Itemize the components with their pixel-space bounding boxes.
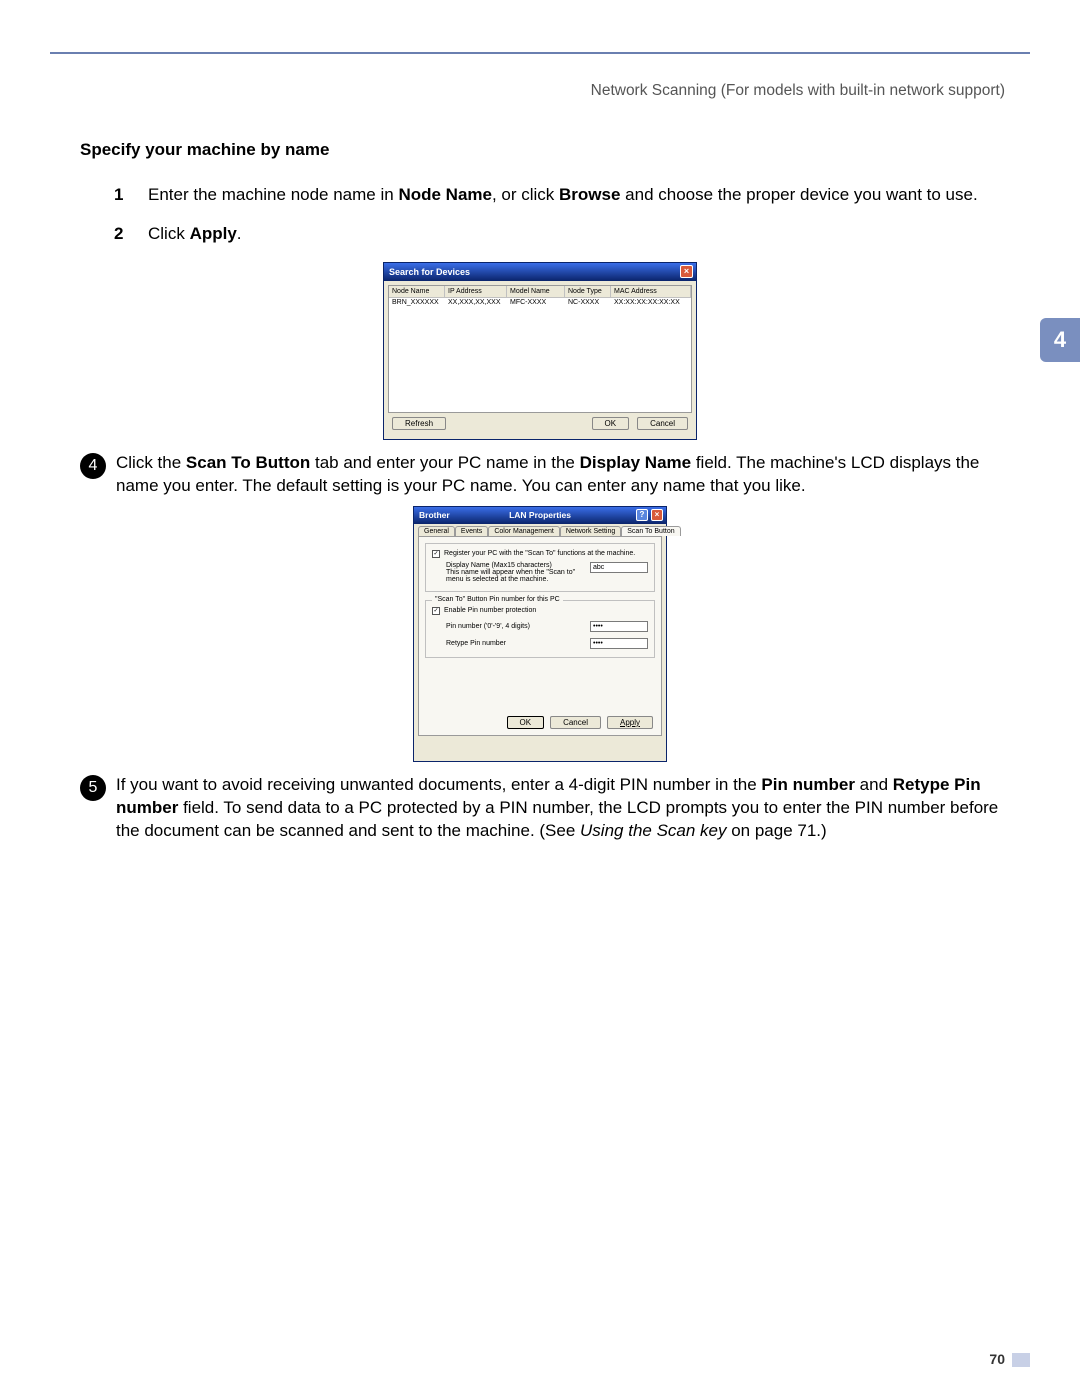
ok-button[interactable]: OK [592,417,630,430]
tab-scan-to-button[interactable]: Scan To Button [621,526,680,536]
retype-pin-input[interactable] [590,638,648,649]
text: field. To send data to a PC protected by… [116,798,998,840]
table-row[interactable]: BRN_XXXXXX XX,XXX,XX,XXX MFC-XXXX NC-XXX… [389,298,691,307]
cell: XX:XX:XX:XX:XX:XX [611,298,691,307]
checkbox-label: Register your PC with the "Scan To" func… [444,550,635,557]
dialog-title-left: Brother [419,510,450,520]
text: Enter the machine node name in [148,185,398,204]
checkbox-label: Enable Pin number protection [444,607,536,614]
tab-events[interactable]: Events [455,526,488,536]
running-header: Network Scanning (For models with built-… [591,82,1005,100]
pin-number-row: Pin number ('0'-'9', 4 digits) [446,621,648,632]
cell: BRN_XXXXXX [389,298,445,307]
list-item: 2 Click Apply. [114,223,1000,246]
retype-pin-label: Retype Pin number [446,640,506,647]
cancel-button[interactable]: Cancel [550,716,601,729]
page-number: 70 [989,1351,1005,1367]
refresh-button[interactable]: Refresh [392,417,446,430]
chapter-side-tab: 4 [1040,318,1080,362]
list-text: Click Apply. [148,223,1000,246]
tab-network-setting[interactable]: Network Setting [560,526,621,536]
register-pc-checkbox[interactable]: ✓ Register your PC with the "Scan To" fu… [432,550,648,558]
list-number: 1 [114,184,148,207]
dialog-title: Search for Devices [389,267,470,277]
text: on page 71.) [727,821,827,840]
text: and [855,775,893,794]
cell: MFC-XXXX [507,298,565,307]
col-header[interactable]: MAC Address [611,286,691,298]
col-header[interactable]: Node Type [565,286,611,298]
cell: XX,XXX,XX,XXX [445,298,507,307]
emphasis-bold: Apply [190,224,237,243]
search-for-devices-dialog: Search for Devices × Node Name IP Addres… [383,262,697,440]
step-5: 5 If you want to avoid receiving unwante… [80,774,1000,843]
emphasis-bold: Pin number [761,775,855,794]
help-icon[interactable]: ? [636,509,648,521]
close-icon[interactable]: × [651,509,663,521]
list-number: 2 [114,223,148,246]
tab-color-management[interactable]: Color Management [488,526,560,536]
table-header-row: Node Name IP Address Model Name Node Typ… [389,286,691,298]
dialog-button-row: OK Cancel Apply [507,716,653,729]
checkbox-icon: ✓ [432,607,440,615]
emphasis-italic: Using the Scan key [580,821,726,840]
text: Click the [116,453,186,472]
numbered-list: 1 Enter the machine node name in Node Na… [114,184,1000,246]
emphasis-bold: Browse [559,185,620,204]
step-4: 4 Click the Scan To Button tab and enter… [80,452,1000,498]
pin-number-label: Pin number ('0'-'9', 4 digits) [446,623,530,630]
emphasis-bold: Display Name [580,453,692,472]
header-rule [50,52,1030,54]
pin-number-input[interactable] [590,621,648,632]
page-number-bar [1012,1353,1030,1367]
display-name-input[interactable] [590,562,648,573]
dialog-titlebar: Search for Devices × [384,263,696,281]
step-bullet-icon: 4 [80,453,106,479]
text: If you want to avoid receiving unwanted … [116,775,761,794]
dialog-titlebar: Brother LAN Properties ? × [414,507,666,524]
dialog-title-center: LAN Properties [414,510,666,520]
section-title: Specify your machine by name [80,140,1000,160]
device-list[interactable]: Node Name IP Address Model Name Node Typ… [388,285,692,413]
enable-pin-checkbox[interactable]: ✓ Enable Pin number protection [432,607,648,615]
tab-panel: ✓ Register your PC with the "Scan To" fu… [418,536,662,736]
retype-pin-row: Retype Pin number [446,638,648,649]
text: . [237,224,242,243]
page-content: Specify your machine by name 1 Enter the… [80,140,1000,843]
list-text: Enter the machine node name in Node Name… [148,184,1000,207]
text: Click [148,224,190,243]
col-header[interactable]: IP Address [445,286,507,298]
dialog-button-row: Refresh OK Cancel [384,417,696,436]
tab-strip: General Events Color Management Network … [414,524,666,536]
emphasis-bold: Node Name [398,185,492,204]
close-icon[interactable]: × [680,265,693,278]
step-text: If you want to avoid receiving unwanted … [116,774,1000,843]
tab-general[interactable]: General [418,526,455,536]
lan-properties-dialog: Brother LAN Properties ? × General Event… [413,506,667,762]
register-pc-group: ✓ Register your PC with the "Scan To" fu… [425,543,655,592]
col-header[interactable]: Node Name [389,286,445,298]
cancel-button[interactable]: Cancel [637,417,688,430]
checkbox-icon: ✓ [432,550,440,558]
emphasis-bold: Scan To Button [186,453,310,472]
cell: NC-XXXX [565,298,611,307]
col-header[interactable]: Model Name [507,286,565,298]
pin-group-legend: "Scan To" Button Pin number for this PC [432,596,563,603]
apply-button[interactable]: Apply [607,716,653,729]
display-name-label: Display Name (Max15 characters) This nam… [446,562,576,583]
step-bullet-icon: 5 [80,775,106,801]
ok-button[interactable]: OK [507,716,545,729]
pin-group: "Scan To" Button Pin number for this PC … [425,600,655,658]
text: tab and enter your PC name in the [310,453,579,472]
text: and choose the proper device you want to… [620,185,977,204]
list-item: 1 Enter the machine node name in Node Na… [114,184,1000,207]
step-text: Click the Scan To Button tab and enter y… [116,452,1000,498]
dialog-body: Node Name IP Address Model Name Node Typ… [384,281,696,417]
text: , or click [492,185,559,204]
display-name-row: Display Name (Max15 characters) This nam… [446,562,648,583]
